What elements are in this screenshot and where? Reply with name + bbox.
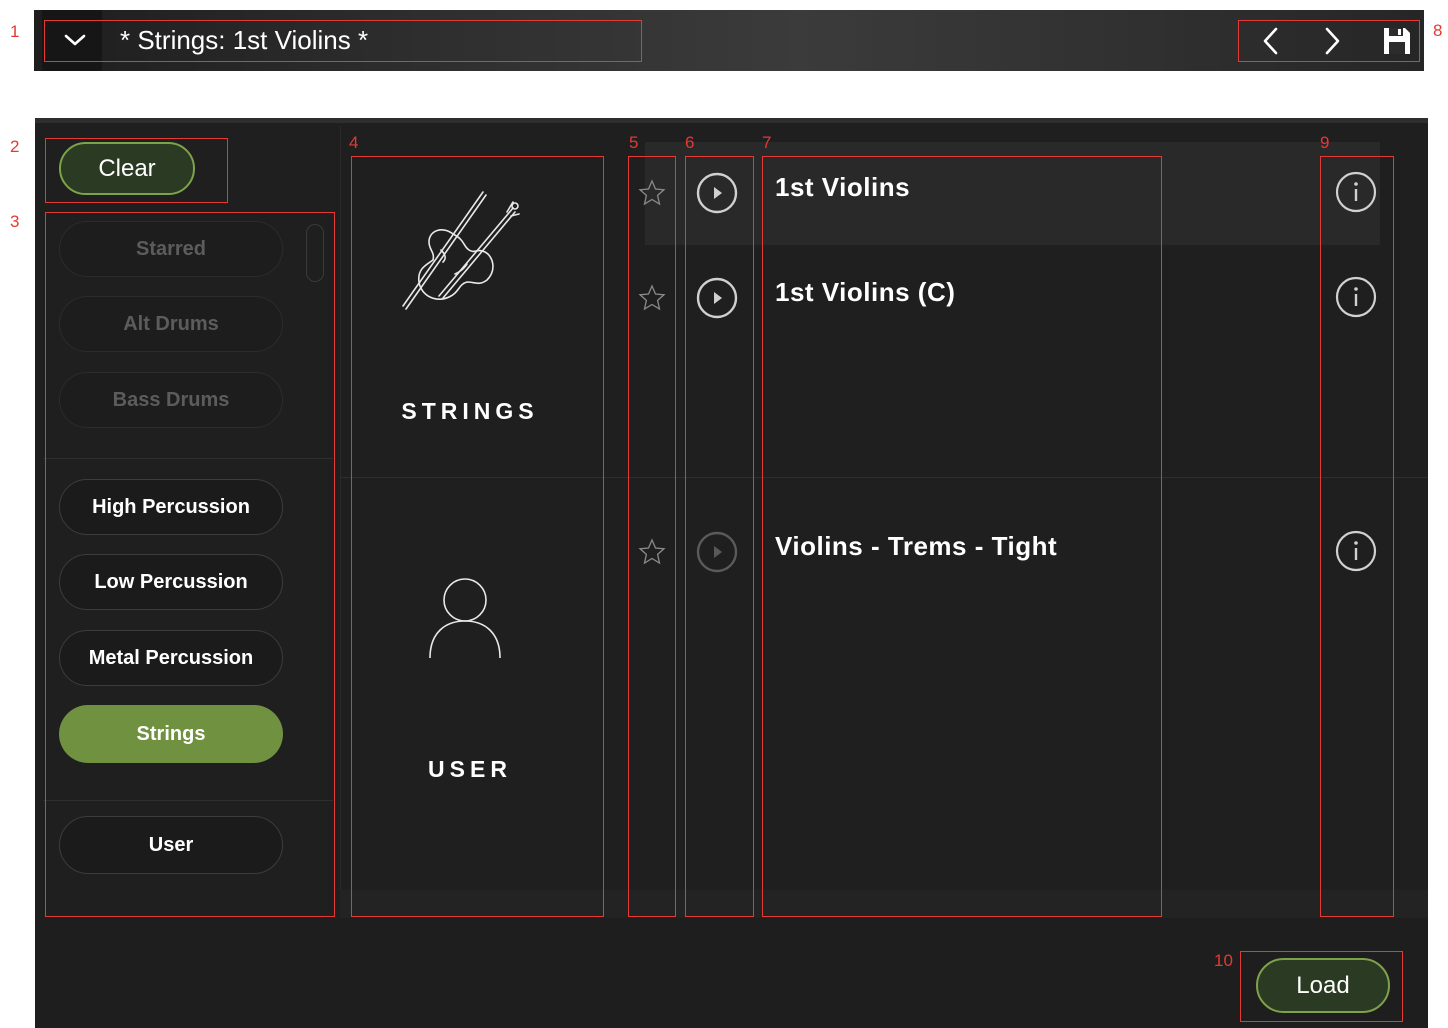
load-button[interactable]: Load	[1256, 958, 1390, 1013]
category-pill-low-percussion[interactable]: Low Percussion	[59, 554, 283, 610]
category-scrollbar[interactable]	[306, 224, 324, 282]
play-icon[interactable]	[696, 531, 738, 573]
category-divider	[43, 458, 333, 459]
annotation-number: 6	[685, 133, 695, 152]
save-icon[interactable]	[1381, 25, 1413, 57]
star-icon[interactable]	[638, 284, 666, 312]
category-label: High Percussion	[92, 495, 250, 518]
annotation-number: 5	[629, 133, 639, 152]
category-pill-alt-drums: Alt Drums	[59, 296, 283, 352]
column-divider	[340, 126, 341, 918]
preset-name[interactable]: 1st Violins (C)	[775, 277, 955, 308]
play-icon[interactable]	[696, 277, 738, 319]
annotation-number: 3	[10, 212, 20, 231]
panel-top-border	[35, 118, 1428, 123]
preset-title[interactable]: * Strings: 1st Violins *	[120, 25, 368, 56]
star-icon[interactable]	[638, 179, 666, 207]
preset-dropdown-button[interactable]	[42, 10, 102, 71]
preset-name[interactable]: 1st Violins	[775, 172, 910, 203]
info-icon[interactable]	[1334, 170, 1378, 214]
preset-name[interactable]: Violins - Trems - Tight	[775, 531, 1057, 562]
load-button-label: Load	[1296, 971, 1350, 999]
play-icon[interactable]	[696, 172, 738, 214]
annotation-number: 4	[349, 133, 359, 152]
category-pill-metal-percussion[interactable]: Metal Percussion	[59, 630, 283, 686]
preset-header-bar: * Strings: 1st Violins *	[34, 10, 1424, 71]
category-pill-high-percussion[interactable]: High Percussion	[59, 479, 283, 535]
library-label-user[interactable]: USER	[365, 756, 575, 783]
list-bottom-edge	[340, 890, 1428, 918]
annotation-number: 8	[1433, 21, 1443, 40]
preset-row-selected-highlight	[645, 142, 1380, 245]
library-divider	[340, 477, 1428, 478]
category-label: Alt Drums	[123, 312, 219, 335]
category-label: Strings	[136, 722, 206, 745]
violin-icon	[402, 191, 520, 310]
clear-button-label: Clear	[98, 154, 156, 182]
category-pill-starred: Starred	[59, 221, 283, 277]
category-label: Starred	[135, 237, 207, 260]
chevron-down-icon	[64, 34, 86, 46]
library-label-strings[interactable]: STRINGS	[365, 398, 575, 425]
preset-browser-panel: Clear Starred Alt Drums Bass Drums High …	[35, 118, 1428, 1028]
category-label: User	[148, 833, 194, 856]
chevron-left-icon[interactable]	[1259, 24, 1283, 58]
category-pill-bass-drums: Bass Drums	[59, 372, 283, 428]
annotation-number: 10	[1214, 951, 1233, 970]
user-icon	[429, 578, 501, 659]
annotation-number: 9	[1320, 133, 1330, 152]
annotation-number: 2	[10, 137, 20, 156]
star-icon[interactable]	[638, 538, 666, 566]
annotation-number: 1	[10, 22, 20, 41]
info-icon[interactable]	[1334, 275, 1378, 319]
category-label: Bass Drums	[112, 388, 230, 411]
category-pill-user[interactable]: User	[59, 816, 283, 874]
chevron-right-icon[interactable]	[1320, 24, 1344, 58]
clear-button[interactable]: Clear	[59, 142, 195, 195]
category-label: Low Percussion	[94, 570, 248, 593]
footer-area	[35, 918, 1428, 1028]
annotation-number: 7	[762, 133, 772, 152]
category-pill-strings[interactable]: Strings	[59, 705, 283, 763]
category-divider	[43, 800, 333, 801]
info-icon[interactable]	[1334, 529, 1378, 573]
category-label: Metal Percussion	[88, 646, 254, 669]
